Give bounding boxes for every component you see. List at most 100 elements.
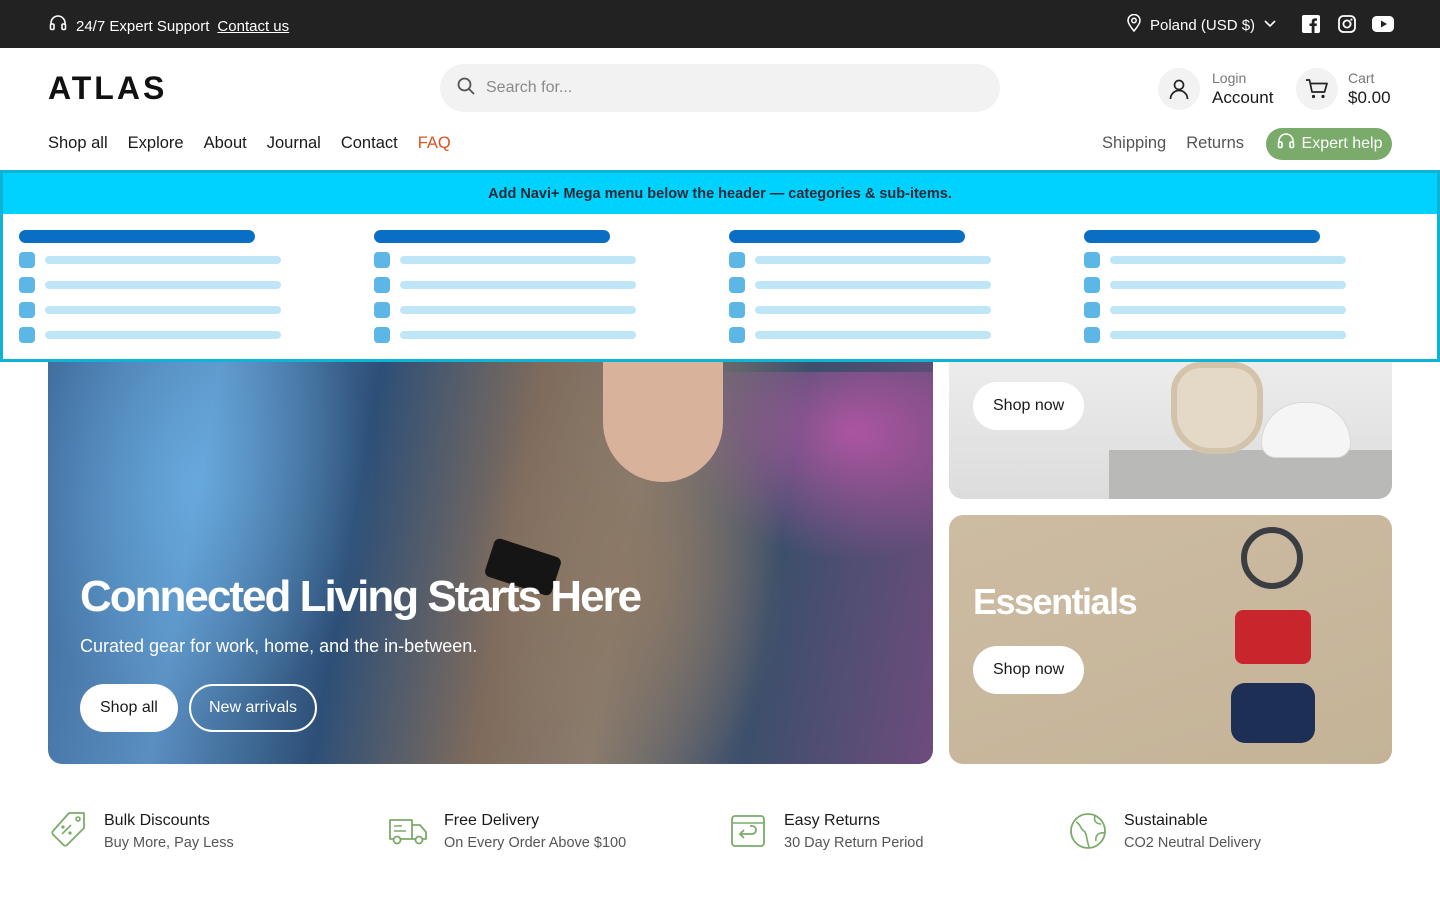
nav-item-faq[interactable]: FAQ <box>418 134 451 153</box>
mega-menu-column <box>19 230 349 352</box>
nav-item-contact[interactable]: Contact <box>341 134 398 153</box>
mega-menu-columns <box>3 214 1437 362</box>
hero-subtitle: Curated gear for work, home, and the in-… <box>80 636 478 656</box>
account-small-label: Login <box>1212 70 1247 86</box>
feature-title: Easy Returns <box>784 812 881 829</box>
user-icon <box>1158 68 1200 110</box>
mega-menu-item-skeleton <box>729 327 1059 343</box>
mega-menu-column <box>374 230 704 352</box>
shop-now-button[interactable]: Shop now <box>973 382 1085 430</box>
search-input[interactable] <box>486 79 966 97</box>
feature-item: Bulk Discounts Buy More, Pay Less <box>48 810 234 855</box>
mega-menu-banner: Add Navi+ Mega menu below the header — c… <box>3 173 1437 214</box>
mega-menu-item-skeleton <box>19 277 349 293</box>
main-nav: Shop all Explore About Journal Contact F… <box>48 134 451 153</box>
feature-item: Sustainable CO2 Neutral Delivery <box>1068 810 1261 855</box>
globe-leaf-icon <box>1068 810 1108 855</box>
mega-menu-column <box>1084 230 1414 352</box>
nav-item-about[interactable]: About <box>204 134 247 153</box>
shop-now-button[interactable]: Shop now <box>973 646 1085 694</box>
instagram-icon[interactable] <box>1336 14 1358 34</box>
mega-menu-item-skeleton <box>729 252 1059 268</box>
youtube-icon[interactable] <box>1372 14 1394 34</box>
hero-title: Connected Living Starts Here <box>80 572 642 621</box>
feature-item: Easy Returns 30 Day Return Period <box>728 810 923 855</box>
svg-text:ATLAS: ATLAS <box>48 73 167 103</box>
mega-menu-heading-skeleton <box>374 230 610 243</box>
mega-menu-item-skeleton <box>374 302 704 318</box>
account-text: Login Account <box>1212 69 1273 109</box>
feature-title: Free Delivery <box>444 812 540 829</box>
cart-total: $0.00 <box>1348 88 1391 107</box>
search-bar[interactable] <box>440 64 1000 112</box>
tile-title: Essentials <box>973 581 1138 622</box>
mega-menu-item-skeleton <box>1084 277 1414 293</box>
return-box-icon <box>728 810 768 855</box>
cart-text: Cart $0.00 <box>1348 69 1391 109</box>
new-arrivals-button[interactable]: New arrivals <box>189 684 318 732</box>
expert-help-button[interactable]: Expert help <box>1266 128 1392 160</box>
feature-subtitle: On Every Order Above $100 <box>444 835 627 851</box>
mega-menu-item-skeleton <box>374 252 704 268</box>
region-label: Poland (USD $) <box>1150 16 1256 34</box>
support-info: 24/7 Expert Support Contact us <box>48 14 289 38</box>
chevron-down-icon <box>1263 16 1277 34</box>
mega-menu-item-skeleton <box>374 327 704 343</box>
feature-title: Bulk Discounts <box>104 812 210 829</box>
mega-menu-placeholder: Add Navi+ Mega menu below the header — c… <box>0 170 1440 362</box>
feature-title: Sustainable <box>1124 812 1208 829</box>
shop-all-button[interactable]: Shop all <box>80 684 178 732</box>
mega-menu-heading-skeleton <box>1084 230 1320 243</box>
mega-menu-item-skeleton <box>19 302 349 318</box>
feature-subtitle: 30 Day Return Period <box>784 835 924 851</box>
cart-small-label: Cart <box>1348 70 1375 86</box>
secondary-nav: Shipping Returns <box>1102 134 1244 153</box>
feature-strip: Bulk Discounts Buy More, Pay Less Free D… <box>48 810 1392 860</box>
atlas-logo[interactable]: ATLAS <box>48 70 178 108</box>
headset-icon <box>48 14 68 38</box>
region-selector[interactable]: Poland (USD $) <box>1126 13 1277 36</box>
support-text: 24/7 Expert Support <box>76 17 210 35</box>
nav-item-shipping[interactable]: Shipping <box>1102 134 1166 153</box>
contact-us-link[interactable]: Contact us <box>217 18 289 35</box>
nav-item-explore[interactable]: Explore <box>128 134 184 153</box>
feature-item: Free Delivery On Every Order Above $100 <box>388 810 626 855</box>
cart-icon <box>1296 68 1338 110</box>
nav-item-shop-all[interactable]: Shop all <box>48 134 108 153</box>
mega-menu-column <box>729 230 1059 352</box>
mega-menu-item-skeleton <box>1084 302 1414 318</box>
headset-icon <box>1276 132 1296 157</box>
mega-menu-item-skeleton <box>1084 252 1414 268</box>
logo-wordmark: ATLAS <box>48 70 167 106</box>
mega-menu-item-skeleton <box>1084 327 1414 343</box>
mega-menu-item-skeleton <box>729 277 1059 293</box>
search-icon <box>456 76 476 101</box>
nav-item-returns[interactable]: Returns <box>1186 134 1244 153</box>
tag-percent-icon <box>48 810 88 855</box>
social-links <box>1300 14 1394 34</box>
tile-image-blue-case <box>1231 683 1315 743</box>
feature-subtitle: Buy More, Pay Less <box>104 835 234 851</box>
hero-banner: Connected Living Starts Here Curated gea… <box>48 362 933 764</box>
expert-help-label: Expert help <box>1301 135 1383 152</box>
tile-image-speaker <box>1261 402 1351 458</box>
tile-image-red-case <box>1235 610 1311 664</box>
mega-menu-heading-skeleton <box>729 230 965 243</box>
account-label: Account <box>1212 88 1274 107</box>
mega-menu-item-skeleton <box>729 302 1059 318</box>
truck-icon <box>388 810 428 855</box>
mega-menu-heading-skeleton <box>19 230 255 243</box>
feature-subtitle: CO2 Neutral Delivery <box>1124 835 1261 851</box>
tile-image-cable <box>1241 527 1303 589</box>
cart-link[interactable]: Cart $0.00 <box>1296 68 1391 110</box>
mega-menu-item-skeleton <box>374 277 704 293</box>
tile-image-headphones <box>1171 362 1263 454</box>
hero-image-face <box>603 362 723 482</box>
promo-tile-audio: Shop now <box>949 362 1392 499</box>
announcement-bar: 24/7 Expert Support Contact us Poland (U… <box>0 0 1440 48</box>
tile-image-plinth <box>1109 450 1392 499</box>
location-pin-icon <box>1126 13 1142 36</box>
account-link[interactable]: Login Account <box>1158 68 1273 110</box>
nav-item-journal[interactable]: Journal <box>267 134 321 153</box>
facebook-icon[interactable] <box>1300 14 1322 34</box>
